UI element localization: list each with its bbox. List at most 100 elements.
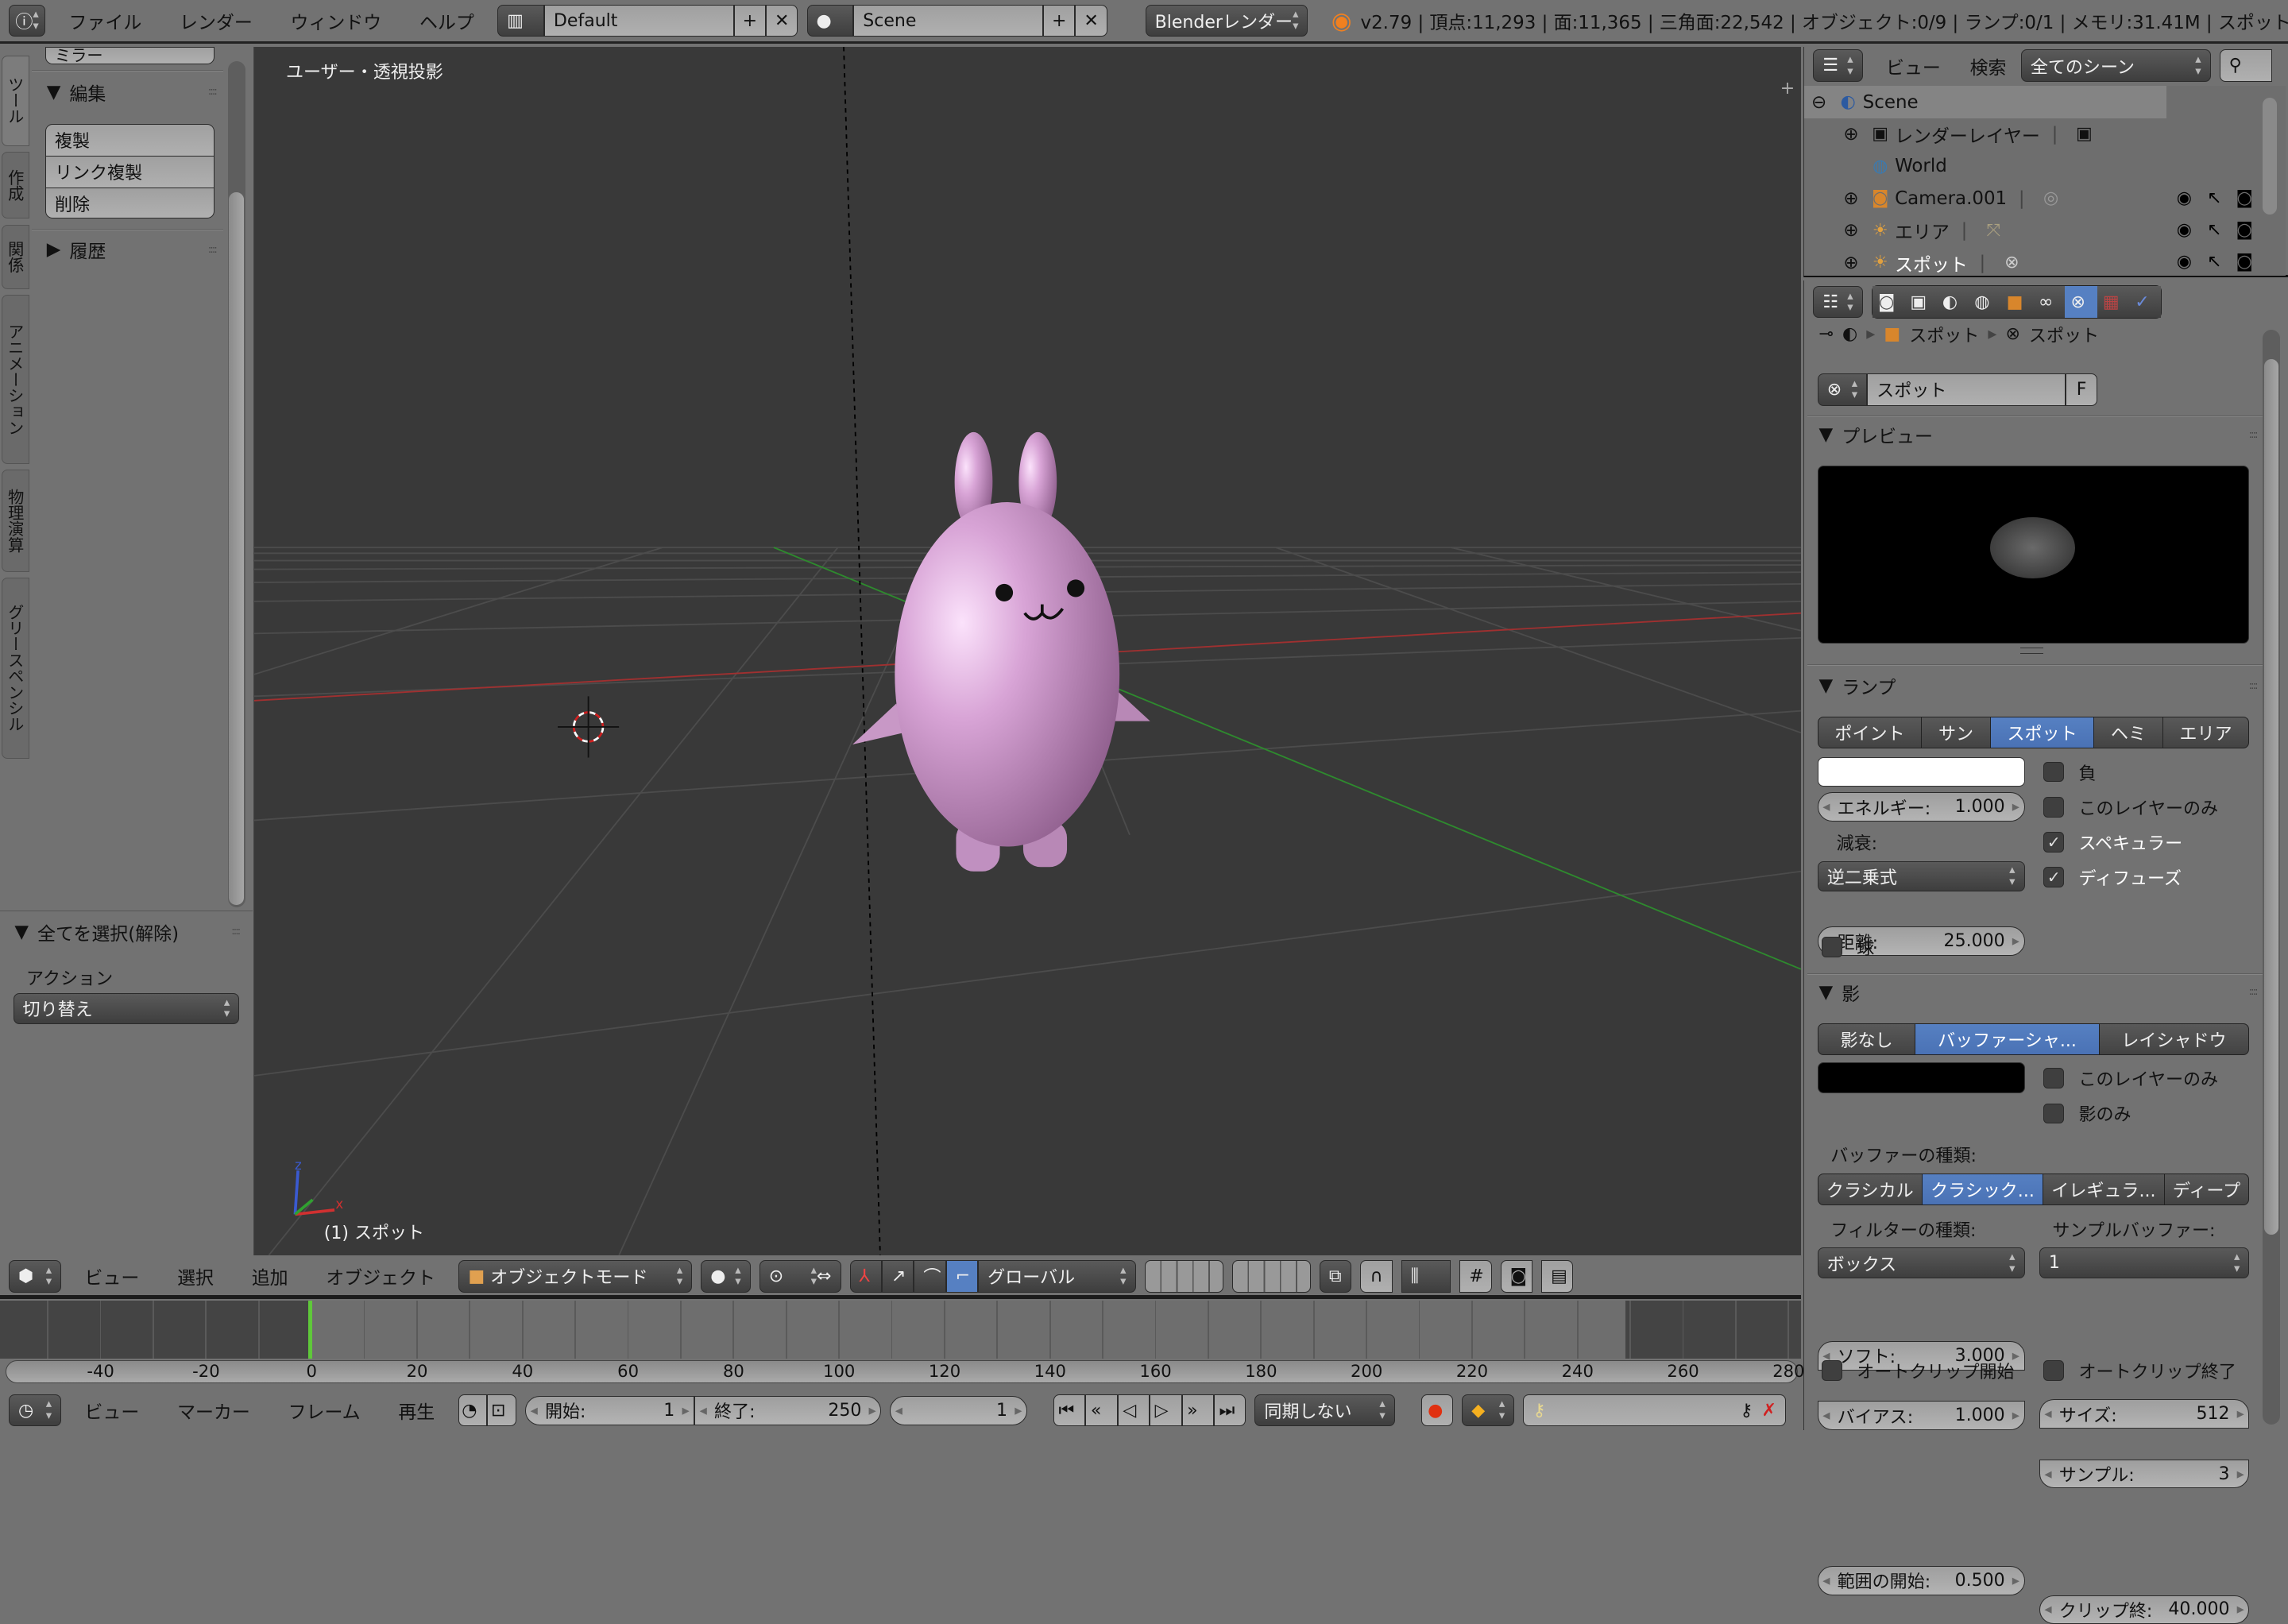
sphere-checkbox[interactable]: 球 <box>1822 931 1874 963</box>
scale-icon[interactable]: ⌐ <box>945 1260 979 1293</box>
drag-grip-icon[interactable]: :::: <box>2249 986 2259 998</box>
clip-start-field[interactable]: 範囲の開始: 0.500 <box>1817 1565 2025 1595</box>
tree-item-world[interactable]: ◍ World <box>1804 150 2166 182</box>
rabbit-model[interactable] <box>852 431 1150 872</box>
menu-search[interactable]: 検索 <box>1964 52 2012 79</box>
timeline-area[interactable] <box>0 1300 1801 1359</box>
autoclip-end-checkbox[interactable]: オートクリップ終了 <box>2043 1354 2236 1386</box>
specular-checkbox[interactable]: ✓ スペキュラー <box>2043 826 2182 858</box>
delete-layout-icon[interactable]: ✕ <box>766 4 798 37</box>
timeline-editor-type-button[interactable]: ◷ ▴ ▾ <box>9 1394 62 1427</box>
outliner-scrollbar[interactable] <box>2262 98 2278 215</box>
menu-view[interactable]: ビュー <box>70 1262 154 1290</box>
shadow-mode-buffer[interactable]: バッファーシャ... <box>1915 1023 2100 1055</box>
opengl-render-icon[interactable]: ◙ <box>1500 1260 1533 1293</box>
menu-view[interactable]: ビュー <box>70 1397 154 1424</box>
snap-target-icon[interactable]: # <box>1459 1260 1492 1293</box>
lamp-type-sun[interactable]: サン <box>1922 716 1991 749</box>
play-reverse-icon[interactable]: ◁ <box>1117 1394 1150 1427</box>
renderable-camera-icon[interactable]: ◙ <box>2229 183 2259 215</box>
clip-end-field[interactable]: クリップ終: 40.000 <box>2039 1595 2250 1624</box>
tree-item-camera[interactable]: ⊕ ◙ Camera.001 | ◎ <box>1804 183 2166 215</box>
scene-field[interactable]: Scene <box>853 4 1044 37</box>
lamp-type-area[interactable]: エリア <box>2162 716 2250 749</box>
buffer-type-classic-halfway[interactable]: クラシック... <box>1922 1173 2044 1206</box>
pin-icon[interactable]: ⊸ <box>1819 324 1834 344</box>
lamp-browse-button[interactable]: ⊗ ▴ ▾ <box>1817 373 1868 406</box>
keying-set-field[interactable]: ⚷ ⚷ ✗ <box>1523 1394 1786 1427</box>
translate-icon[interactable]: ↗ <box>881 1260 914 1293</box>
search-icon[interactable]: ⚲ <box>2219 49 2272 82</box>
shadow-mode-ray[interactable]: レイシャドウ <box>2099 1023 2250 1055</box>
menu-select[interactable]: 選択 <box>163 1262 229 1290</box>
orientation-dropdown[interactable]: グローバル ▴ ▾ <box>978 1260 1136 1293</box>
only-shadow-checkbox[interactable]: 影のみ <box>2043 1097 2131 1129</box>
constraints-tab-icon[interactable]: ∞ <box>2032 285 2066 319</box>
display-mode-dropdown[interactable]: 全てのシーン ▴ ▾ <box>2020 49 2211 82</box>
shadow-mode-none[interactable]: 影なし <box>1817 1023 1916 1055</box>
add-layout-icon[interactable]: + <box>733 4 767 37</box>
mode-dropdown[interactable]: ■ オブジェクトモード ▴ ▾ <box>458 1260 693 1293</box>
render-engine-dropdown[interactable]: Blenderレンダー ▴ ▾ <box>1145 4 1308 37</box>
jump-keyframe-forward-icon[interactable]: » <box>1181 1394 1214 1427</box>
tree-item-area-lamp[interactable]: ⊕ ☀ エリア | ⤧ <box>1804 215 2166 246</box>
object-tab-icon[interactable]: ■ <box>2000 285 2033 319</box>
checkmark-icon[interactable]: ✓ <box>2043 831 2065 853</box>
mirror-button[interactable]: ミラー <box>44 46 214 64</box>
filter-type-dropdown[interactable]: ボックス ▴ ▾ <box>1817 1247 2025 1278</box>
jump-keyframe-back-icon[interactable]: « <box>1085 1394 1118 1427</box>
buffer-size-field[interactable]: サイズ: 512 <box>2039 1399 2250 1429</box>
operator-header[interactable]: ▼ 全てを選択(解除):::: <box>14 916 241 948</box>
tool-shelf-scrollbar[interactable] <box>227 61 245 908</box>
preview-resize-handle[interactable] <box>2020 648 2044 654</box>
editor-type-info-button[interactable]: ⓘ ▴ ▾ <box>9 4 46 37</box>
diffuse-checkbox[interactable]: ✓ ディフューズ <box>2043 861 2182 893</box>
lamp-data-tab-icon[interactable]: ⊗ <box>2065 285 2097 319</box>
scene-tab-icon[interactable]: ◐ <box>1936 285 1969 319</box>
manipulator-toggle-icon[interactable]: ⅄ <box>849 1260 882 1293</box>
render-layers-tab-icon[interactable]: ▣ <box>1904 285 1937 319</box>
action-dropdown[interactable]: 切り替え ▴ ▾ <box>13 992 240 1024</box>
drag-grip-icon[interactable]: :::: <box>208 244 218 256</box>
renderable-camera-icon[interactable]: ◙ <box>2229 215 2259 246</box>
checkmark-icon[interactable]: ✓ <box>2043 867 2065 887</box>
collapse-icon[interactable]: ⊖ <box>1804 92 1834 113</box>
shadow-color-swatch[interactable] <box>1817 1062 2025 1093</box>
layers-grid-1[interactable] <box>1144 1260 1223 1293</box>
expand-icon[interactable]: ⊕ <box>1837 188 1866 209</box>
menu-playback[interactable]: 再生 <box>384 1397 450 1424</box>
menu-object[interactable]: オブジェクト <box>311 1262 450 1290</box>
samples-field[interactable]: サンプル: 3 <box>2039 1459 2250 1489</box>
rotate-icon[interactable]: ⌒ <box>914 1260 946 1293</box>
visibility-eye-icon[interactable]: ◉ <box>2169 246 2199 278</box>
checkbox[interactable] <box>2043 796 2065 818</box>
snap-element-dropdown[interactable]: ⫼ <box>1401 1260 1451 1293</box>
expand-icon[interactable]: ⊕ <box>1837 253 1866 273</box>
checkbox[interactable] <box>2043 1103 2065 1124</box>
checkbox[interactable] <box>1822 1359 1842 1381</box>
this-layer-checkbox[interactable]: このレイヤーのみ <box>2043 791 2218 822</box>
checkbox[interactable] <box>2043 761 2065 783</box>
layers-grid-2[interactable] <box>1231 1260 1311 1293</box>
menu-marker[interactable]: マーカー <box>163 1397 265 1424</box>
visibility-eye-icon[interactable]: ◉ <box>2169 215 2199 246</box>
render-tab-icon[interactable]: ◙ <box>1872 285 1905 319</box>
menu-view[interactable]: ビュー <box>1872 52 1956 79</box>
texture-tab-icon[interactable]: ▦ <box>2097 285 2129 319</box>
physics-tab-icon[interactable]: ✓ <box>2128 285 2162 319</box>
buffer-type-deep[interactable]: ディープ <box>2164 1173 2250 1206</box>
tree-item-render-layers[interactable]: ⊕ ▣ レンダーレイヤー | ▣ <box>1804 118 2166 150</box>
lock-layers-icon[interactable]: ⧉ <box>1319 1260 1352 1293</box>
checkbox[interactable] <box>1822 937 1842 957</box>
renderable-camera-icon[interactable]: ◙ <box>2229 246 2259 278</box>
insert-keyframe-icon[interactable]: ⚷ <box>1740 1401 1753 1421</box>
tab-create[interactable]: 作成 <box>1 152 29 219</box>
menu-file[interactable]: ファイル <box>54 7 156 34</box>
selectable-arrow-icon[interactable]: ↖ <box>2199 215 2229 246</box>
timeline-ruler-scrollbar[interactable]: -40 -20 0 20 40 60 80 100 120 140 160 180 200 220 240 2… <box>6 1359 1804 1384</box>
play-icon[interactable]: ▷ <box>1150 1394 1182 1427</box>
negative-checkbox[interactable]: 負 <box>2043 756 2097 787</box>
drag-grip-icon[interactable]: :::: <box>208 86 218 98</box>
opengl-animation-icon[interactable]: ▤ <box>1541 1260 1574 1293</box>
duplicate-button[interactable]: 複製 <box>44 124 214 157</box>
